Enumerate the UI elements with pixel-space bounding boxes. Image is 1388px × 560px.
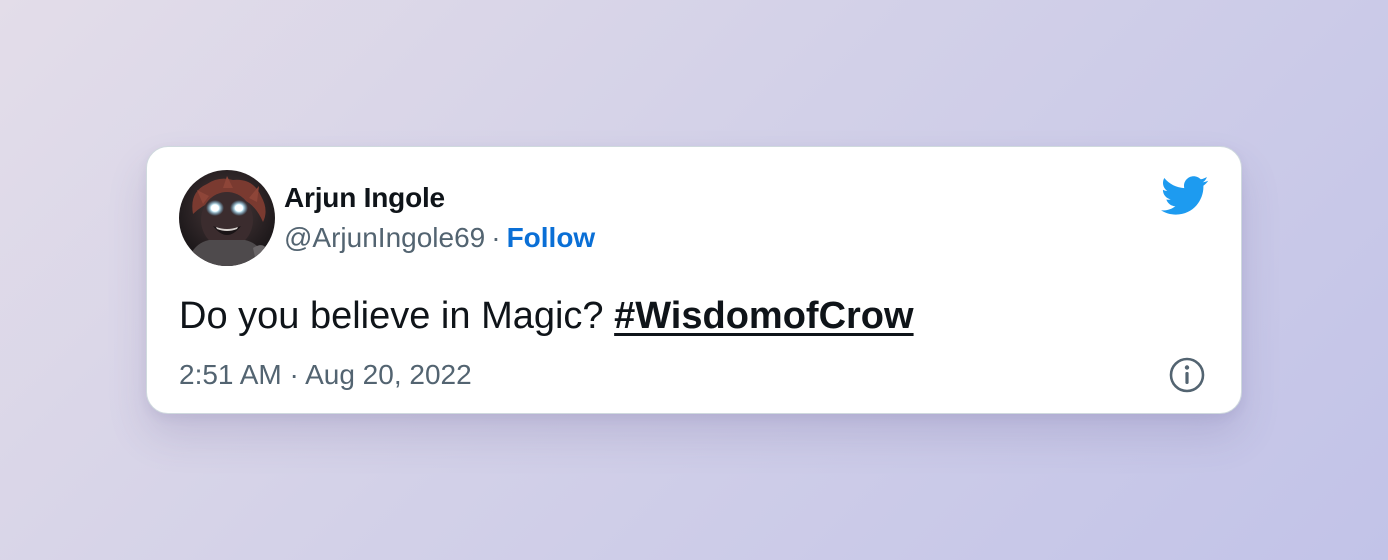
info-icon[interactable] — [1168, 356, 1206, 394]
handle-separator: · — [491, 222, 501, 253]
tweet-card: Arjun Ingole @ArjunIngole69 · Follow Do yo… — [146, 146, 1242, 414]
avatar-image — [179, 170, 275, 266]
tweet-body: Do you believe in Magic? — [179, 295, 615, 337]
author-name[interactable]: Arjun Ingole — [284, 182, 445, 214]
author-handle-row: @ArjunIngole69 · Follow — [284, 222, 595, 254]
tweet-date: Aug 20, 2022 — [305, 359, 472, 390]
tweet-text: Do you believe in Magic? #WisdomofCrow — [179, 295, 914, 338]
tweet-time: 2:51 AM — [179, 359, 282, 390]
hashtag-link[interactable]: #WisdomofCrow — [614, 295, 913, 337]
author-handle[interactable]: @ArjunIngole69 — [284, 222, 485, 253]
meta-separator: · — [289, 359, 299, 390]
twitter-bird-icon[interactable] — [1161, 176, 1209, 216]
follow-button[interactable]: Follow — [507, 222, 596, 253]
avatar[interactable] — [179, 170, 275, 266]
tweet-timestamp[interactable]: 2:51 AM · Aug 20, 2022 — [179, 359, 472, 391]
